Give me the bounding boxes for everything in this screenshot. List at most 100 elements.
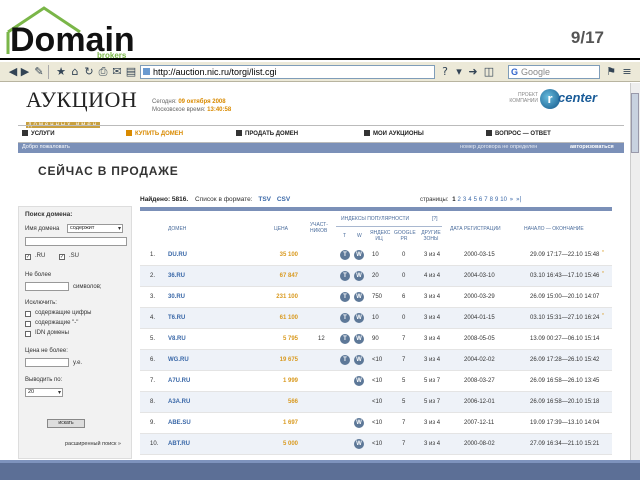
table-row[interactable]: 9. ABE.SU 1 697 <10 7 3 из 4 2007-12-11 19.09 1… [140,413,612,434]
table-row[interactable]: 10. ABT.RU 5 000 <10 7 3 из 4 2000-08-02 27.09 … [140,434,612,455]
table-row[interactable]: 2. 36.RU 67 847 20 0 4 из 4 2004-03-10 03.10 16… [140,266,612,287]
page-link[interactable]: 3 [463,197,466,203]
w-badge-icon[interactable]: W [354,439,364,449]
match-select[interactable]: содержит [67,224,123,233]
cell-domain[interactable]: ABT.RU [168,441,190,447]
exclude-idn-checkbox[interactable] [25,331,31,337]
home-icon[interactable]: ⌂ [68,65,82,79]
zone-ru-checkbox[interactable]: ✓ [25,254,31,260]
nav-buy-domain[interactable]: КУПИТЬ ДОМЕН [126,130,183,137]
login-link[interactable]: авторизоваться [570,144,614,150]
col-domain[interactable]: ДОМЕН [168,226,186,232]
max-price-input[interactable] [25,358,69,367]
cell-domain[interactable]: 30.RU [168,294,185,300]
col-price[interactable]: ЦЕНА [274,226,288,232]
page-link[interactable]: 5 [474,197,477,203]
zone-su-checkbox[interactable]: ✓ [59,254,65,260]
page-link[interactable]: 8 [490,197,493,203]
table-row[interactable]: 3. 30.RU 231 100 750 6 3 из 4 2000-03-29 26.09 … [140,287,612,308]
table-row[interactable]: 4. T6.RU 61 100 10 0 3 из 4 2004-01-15 03.10 15… [140,308,612,329]
cell-domain[interactable]: ABE.SU [168,420,191,426]
page-link[interactable]: 9 [495,197,498,203]
nav-services[interactable]: УСЛУГИ [22,130,55,137]
cell-period: 26.09 17:28—26.10 15:42 [530,357,600,363]
exclude-dash-checkbox[interactable] [25,321,31,327]
help-icon[interactable]: ? [438,65,452,79]
auction-logo[interactable]: АУКЦИОН доменных имен [26,87,137,128]
format-csv-link[interactable]: CSV [277,196,290,203]
max-length-input[interactable] [25,282,69,291]
table-row[interactable]: 7. A7U.RU 1 999 <10 5 5 из 7 2008-03-27 26.09 1… [140,371,612,392]
page-link[interactable]: 2 [458,197,461,203]
w-badge-icon[interactable]: W [354,313,364,323]
table-row[interactable]: 6. WG.RU 19 675 <10 7 3 из 4 2004-02-02 26.09 1… [140,350,612,371]
t-badge-icon[interactable]: T [340,355,350,365]
t-badge-icon[interactable]: T [340,313,350,323]
t-badge-icon[interactable]: T [340,271,350,281]
nav-sell-domain[interactable]: ПРОДАТЬ ДОМЕН [236,130,298,137]
mail-icon[interactable]: ✉ [110,65,124,79]
next-page-arrow[interactable]: » [510,196,514,203]
w-badge-icon[interactable]: W [354,334,364,344]
cell-domain[interactable]: WG.RU [168,357,189,363]
exclude-digits-checkbox[interactable] [25,311,31,317]
popularity-help-link[interactable]: [?] [432,216,438,222]
col-w: W [357,233,362,239]
cell-domain[interactable]: A7U.RU [168,378,190,384]
cell-domain[interactable]: A3A.RU [168,399,190,405]
w-badge-icon[interactable]: W [354,250,364,260]
col-reg-date[interactable]: ДАТА РЕГИСТРАЦИИ [450,226,501,232]
cell-domain[interactable]: 36.RU [168,273,185,279]
page-link[interactable]: 4 [468,197,471,203]
address-bar[interactable]: http://auction.nic.ru/torgi/list.cgi [140,65,435,79]
page-link[interactable]: 7 [484,197,487,203]
col-yandex[interactable]: Яндекс ИЦ [370,230,390,242]
ru-center-logo[interactable]: r center [540,89,606,111]
t-badge-icon[interactable]: T [340,292,350,302]
last-page-arrow[interactable]: »| [516,196,522,203]
cell-domain[interactable]: V8.RU [168,336,186,342]
edit-icon[interactable]: ✎ [32,65,46,79]
print-icon[interactable]: ⎙ [96,65,110,79]
cell-domain[interactable]: DU.RU [168,252,187,258]
browser-search-input[interactable]: Google [508,65,600,79]
table-row[interactable]: 1. DU.RU 35 100 10 0 3 из 4 2000-03-15 29.09 17… [140,245,612,266]
cell-domain[interactable]: T6.RU [168,315,185,321]
page-icon[interactable]: ▤ [124,65,138,79]
per-page-select[interactable]: 20 [25,388,63,397]
domain-name-input[interactable] [25,237,127,246]
scrollbar-thumb[interactable] [631,93,639,153]
go-icon[interactable]: ➜ [466,65,480,79]
refresh-icon[interactable]: ↻ [82,65,96,79]
search-go-icon[interactable]: ⚑ [604,65,618,79]
bookmark-icon[interactable]: ★ [54,65,68,79]
col-participants[interactable]: УЧАСТ-НИКОВ [310,222,336,234]
col-google[interactable]: Google PR [394,230,416,242]
dropdown-icon[interactable]: ▾ [452,65,466,79]
cell-reg: 2008-03-27 [464,378,495,384]
search-button[interactable]: искать [47,419,85,428]
page-link[interactable]: 6 [479,197,482,203]
w-badge-icon[interactable]: W [354,355,364,365]
w-badge-icon[interactable]: W [354,271,364,281]
t-badge-icon[interactable]: T [340,334,350,344]
table-row[interactable]: 8. A3A.RU 566 <10 5 5 из 7 2006-12-01 26.09 16:… [140,392,612,413]
format-tsv-link[interactable]: TSV [258,196,271,203]
view-icon[interactable]: ◫ [482,65,496,79]
nav-my-auctions[interactable]: МОИ АУКЦИОНЫ [364,130,424,137]
page-scrollbar[interactable] [630,83,640,460]
w-badge-icon[interactable]: W [354,418,364,428]
col-start-end[interactable]: НАЧАЛО — ОКОНЧАНИЕ [524,226,584,232]
advanced-search-link[interactable]: расширенный поиск » [65,441,121,447]
page-link[interactable]: 1 [452,197,455,203]
forward-icon[interactable]: ▶ [18,65,32,79]
t-badge-icon[interactable]: T [340,250,350,260]
cell-zones: 3 из 4 [424,336,441,342]
cell-price: 1 999 [282,378,298,384]
nav-faq[interactable]: ВОПРОС — ОТВЕТ [486,130,551,137]
table-row[interactable]: 5. V8.RU 5 795 12 90 7 3 из 4 2008-05-05 13.09 0… [140,329,612,350]
page-link[interactable]: 10 [500,197,507,203]
menu-icon[interactable]: ≡ [620,65,634,79]
w-badge-icon[interactable]: W [354,292,364,302]
w-badge-icon[interactable]: W [354,376,364,386]
